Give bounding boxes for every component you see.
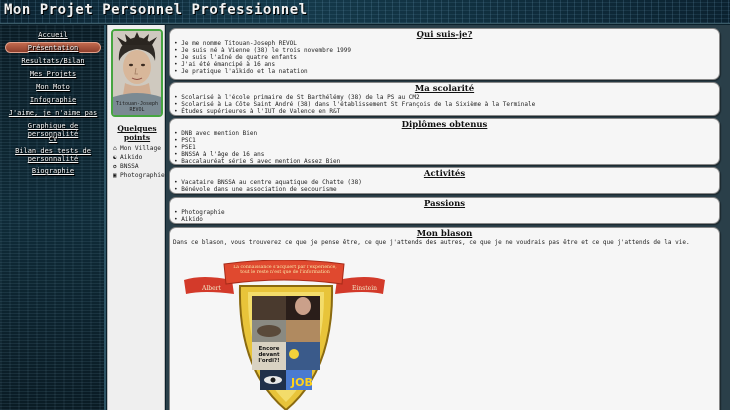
panel-text: Encore devant l'ordi?! [258,346,280,364]
job-label: JOB [290,376,313,389]
nav-item-bilan-tests[interactable]: Bilan des tests de personnalité [8,147,98,163]
list-item: Scolarisé à l'école primaire de St Barth… [174,94,719,101]
nav-item-projets[interactable]: Mes Projets [2,70,104,78]
aikido-icon: ☯ [113,154,117,161]
passions-list: Photographie Aikido [170,209,719,223]
right-name: Einstein [352,285,377,292]
list-item: Bénévole dans une association de secouri… [174,186,719,193]
list-item: Aikido [174,216,719,223]
main-content: Qui suis-je? Je me nomme Titouan-Joseph … [166,25,730,410]
list-item: BNSSA à l'âge de 16 ans [174,151,719,158]
list-item: Études supérieures à l'IUT de Valence en… [174,108,719,115]
section-activites: Activités Vacataire BNSSA au centre aqua… [169,167,720,194]
nav-item-jaime[interactable]: J'aime, je n'aime pas [2,109,104,117]
interest-item: ⌂ Mon Village [113,145,161,152]
nav-item-resultats[interactable]: Resultats/Bilan [2,57,104,65]
site-title: Mon Projet Personnel Professionnel [4,2,308,18]
camera-icon: ▣ [113,172,117,179]
list-item: J'ai été émancipé à 16 ans [174,61,719,68]
list-item: Je me nomme Titouan-Joseph REVOL [174,40,719,47]
list-item: Je pratique l'aïkido et la natation [174,68,719,75]
list-item: Vacataire BNSSA au centre aquatique de C… [174,179,719,186]
diplomes-list: DNB avec mention Bien PSC1 PSE1 BNSSA à … [170,130,719,165]
motto-text: La connaissance s'acquiert par l'expérie… [233,265,337,275]
interest-item: ✪ BNSSA [113,163,139,170]
scolarite-list: Scolarisé à l'école primaire de St Barth… [170,94,719,115]
interest-item: ▣ Photographie [113,172,165,179]
interest-item: ☯ Aikido [113,154,142,161]
section-title: Activités [423,169,466,179]
interest-label: BNSSA [120,163,139,170]
interest-label: Mon Village [120,145,161,152]
list-item: Je suis né à Vienne (38) le trois novemb… [174,47,719,54]
list-item: Scolarisé à La Côte Saint André (38) dan… [174,101,719,108]
avatar: Titouan-Joseph REVOL [111,29,163,117]
list-item: Photographie [174,209,719,216]
interest-label: Photographie [120,172,165,179]
interest-label: Aikido [120,154,143,161]
sidebar-nav: Accueil Présentation Resultats/Bilan Mes… [0,25,106,410]
section-title: Ma scolarité [414,84,475,94]
coat-of-arms-image: Albert Einstein La connaissance s'acquie… [184,260,385,410]
section-title: Mon blason [416,229,473,239]
nav-item-cv[interactable]: CV [2,135,104,143]
qui-list: Je me nomme Titouan-Joseph REVOL Je suis… [170,40,719,75]
nav-item-moto[interactable]: Mon Moto [2,83,104,91]
list-item: Baccalauréat série S avec mention Assez … [174,158,719,165]
section-diplomes: Diplômes obtenus DNB avec mention Bien P… [169,118,720,165]
nav-item-biographie[interactable]: Biographie [2,167,104,175]
left-name: Albert [201,285,222,292]
panel-mid-right [286,320,320,342]
section-blason: Mon blason Dans ce blason, vous trouvere… [169,227,720,410]
nav-item-infographie[interactable]: Infographie [2,96,104,104]
list-item: Je suis l'aîné de quatre enfants [174,54,719,61]
section-title: Passions [423,199,466,209]
section-title: Qui suis-je? [416,30,473,40]
interests-title: Quelques points [117,124,157,142]
nav-item-accueil[interactable]: Accueil [2,31,104,39]
list-item: PSC1 [174,137,719,144]
section-title: Diplômes obtenus [401,120,488,130]
avatar-caption: Titouan-Joseph REVOL [115,101,159,113]
list-item: PSE1 [174,144,719,151]
section-passions: Passions Photographie Aikido [169,197,720,224]
nav-item-presentation[interactable]: Présentation [5,42,101,53]
home-icon: ⌂ [113,145,117,152]
section-scolarite: Ma scolarité Scolarisé à l'école primair… [169,82,720,116]
profile-column: Titouan-Joseph REVOL Quelques points ⌂ Mo… [107,25,165,410]
site-header: Mon Projet Personnel Professionnel [0,0,730,24]
section-qui-suis-je: Qui suis-je? Je me nomme Titouan-Joseph … [169,28,720,80]
panel-top-left [252,296,286,320]
blason-description: Dans ce blason, vous trouverez ce que je… [173,239,690,246]
activites-list: Vacataire BNSSA au centre aquatique de C… [170,179,719,193]
list-item: DNB avec mention Bien [174,130,719,137]
bnssa-icon: ✪ [113,163,117,170]
